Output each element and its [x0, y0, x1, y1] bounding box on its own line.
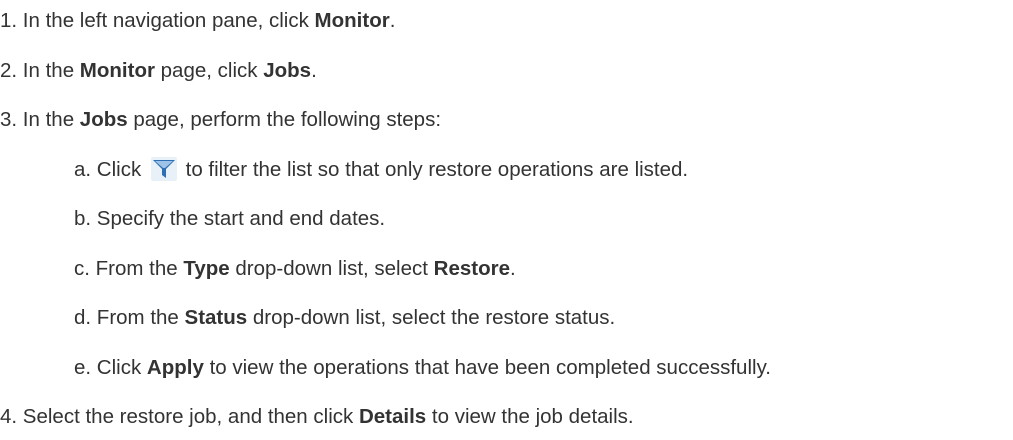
step-text: In the left navigation pane, click — [17, 9, 315, 32]
ui-term-jobs: Jobs — [263, 59, 312, 82]
ui-term-monitor: Monitor — [79, 59, 155, 82]
step-text: In the — [17, 59, 80, 82]
step-text: to view the operations that have been co… — [203, 356, 771, 379]
step-1: 1. In the left navigation pane, click Mo… — [0, 8, 395, 34]
step-text: Select the restore job, and then click — [17, 405, 359, 428]
ui-term-restore: Restore — [433, 257, 510, 280]
substep-d: d. From the Status drop-down list, selec… — [74, 305, 615, 331]
substep-letter: d. — [74, 306, 92, 329]
step-text: Specify the start and end dates. — [91, 207, 386, 230]
substep-e: e. Click Apply to view the operations th… — [74, 355, 771, 381]
ui-term-details: Details — [358, 405, 427, 428]
step-text: . — [311, 59, 317, 82]
step-text: drop-down list, select — [229, 257, 434, 280]
step-text: to view the job details. — [426, 405, 634, 428]
step-2: 2. In the Monitor page, click Jobs. — [0, 58, 317, 84]
step-text: to filter the list so that only restore … — [179, 158, 689, 181]
substep-letter: e. — [74, 356, 92, 379]
filter-icon — [150, 157, 177, 181]
ui-term-monitor: Monitor — [314, 9, 390, 32]
ui-term-type: Type — [183, 257, 230, 280]
ui-term-apply: Apply — [146, 356, 204, 379]
substep-a: a. Click to filter the list so that only… — [74, 157, 688, 183]
step-3: 3. In the Jobs page, perform the followi… — [0, 107, 441, 133]
ui-term-jobs: Jobs — [79, 108, 128, 131]
step-number: 4. — [0, 405, 18, 428]
substep-b: b. Specify the start and end dates. — [74, 206, 385, 232]
step-text: . — [510, 257, 516, 280]
substep-letter: c. — [74, 257, 90, 280]
step-text: page, perform the following steps: — [127, 108, 442, 131]
step-text: From the — [89, 257, 184, 280]
substep-c: c. From the Type drop-down list, select … — [74, 256, 516, 282]
step-number: 2. — [0, 59, 18, 82]
step-4: 4. Select the restore job, and then clic… — [0, 404, 634, 430]
step-text: page, click — [154, 59, 264, 82]
step-text: drop-down list, select the restore statu… — [247, 306, 616, 329]
step-text: . — [389, 9, 396, 32]
step-number: 1. — [0, 9, 18, 32]
step-text: Click — [91, 356, 147, 379]
substep-letter: b. — [74, 207, 92, 230]
substep-letter: a. — [74, 158, 92, 181]
step-text: From the — [91, 306, 185, 329]
ui-term-status: Status — [184, 306, 248, 329]
step-text: In the — [17, 108, 80, 131]
step-text: Click — [91, 158, 147, 181]
step-number: 3. — [0, 108, 18, 131]
